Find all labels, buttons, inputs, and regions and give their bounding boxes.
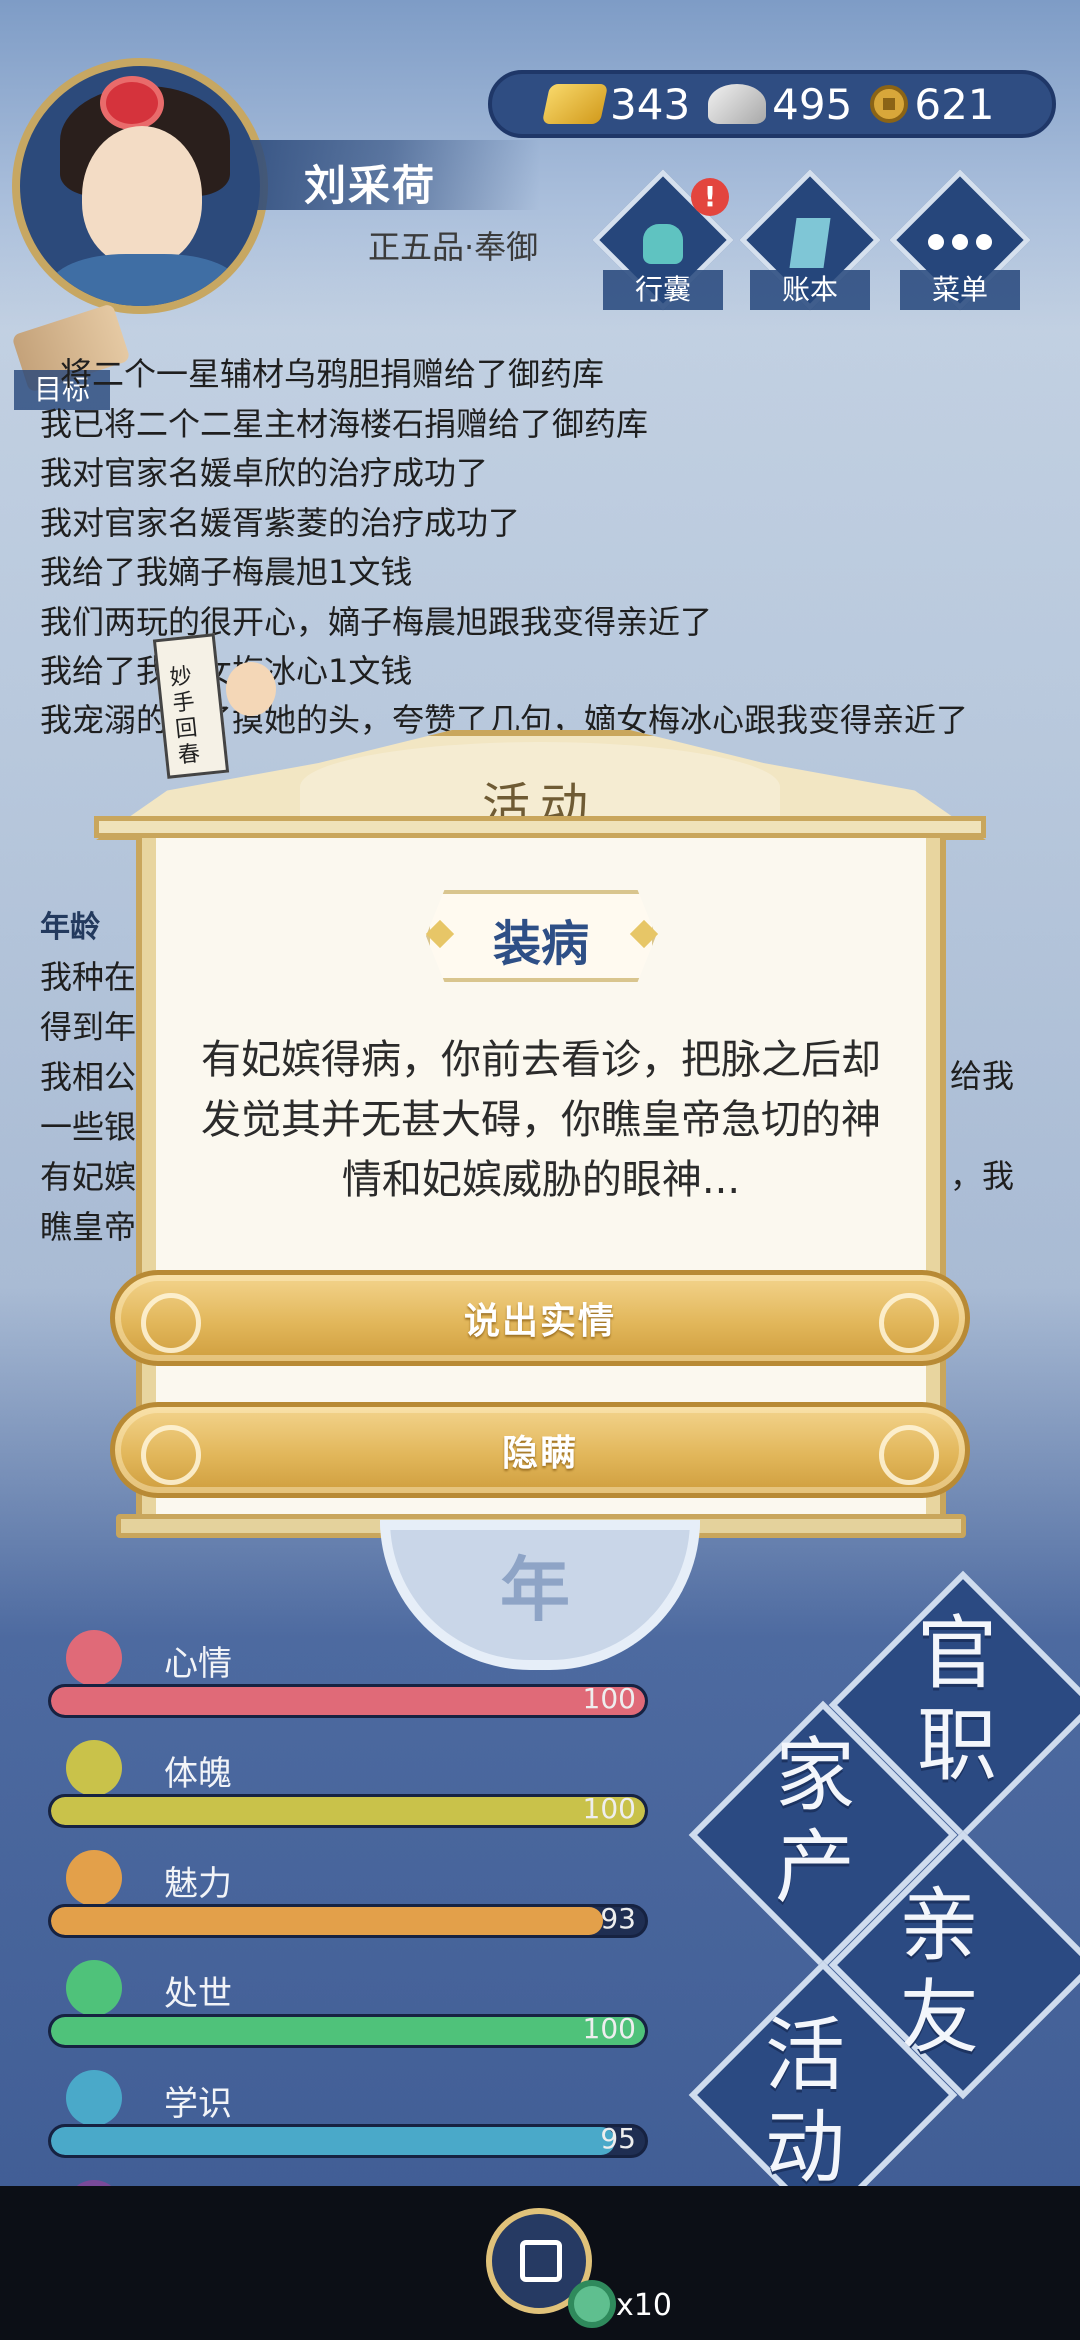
tab-activity[interactable]: 活动 — [760, 2010, 850, 2194]
avatar-robe — [50, 254, 240, 306]
cloud-ornament-icon — [879, 1293, 939, 1353]
currency-gold: 343 — [541, 79, 691, 129]
stat-bar-fill — [51, 1797, 645, 1825]
currency-bar: 343 495 621 — [488, 70, 1056, 138]
mirror-icon — [66, 1850, 122, 1906]
stat-label: 体魄 — [164, 1754, 232, 1794]
log-line: 我给了我嫡子梅晨旭1文钱 — [40, 553, 413, 591]
stat-bar-fill — [51, 2127, 616, 2155]
tab-estate-label: 家产 — [775, 1729, 855, 1914]
gold-amount: 343 — [610, 79, 691, 129]
ledger-label: 账本 — [750, 270, 870, 310]
cloud-ornament-icon — [141, 1293, 201, 1353]
stat-row: 体魄 100 — [48, 1740, 648, 1850]
cloud-ornament-icon — [141, 1425, 201, 1485]
stat-bar-fill — [51, 1687, 645, 1715]
event-description: 有妃嫔得病，你前去看诊，把脉之后却发觉其并无甚大碍，你瞧皇帝急切的神情和妃嫔威胁… — [201, 1037, 881, 1203]
player-rank: 正五品·奉御 — [368, 228, 539, 266]
gold-ingot-icon — [541, 84, 609, 124]
hair-flower-icon — [100, 76, 164, 130]
doctor-banner-figure: 妙手回春 — [152, 633, 280, 779]
stat-bar — [48, 2014, 648, 2048]
silver-amount: 495 — [772, 79, 853, 129]
tab-relatives[interactable]: 亲友 — [894, 1880, 984, 2064]
log-fragment: 给我 — [950, 1057, 1015, 1095]
choice-tell-truth-button[interactable]: 说出实情 — [110, 1270, 970, 1366]
more-dots-icon — [928, 234, 992, 250]
copper-amount: 621 — [914, 79, 995, 129]
ledger-icon — [789, 218, 831, 268]
player-avatar[interactable] — [12, 58, 268, 314]
stat-row: 心情 100 — [48, 1630, 648, 1740]
stat-bar — [48, 1794, 648, 1828]
stat-value: 100 — [582, 2012, 636, 2045]
stat-bar-fill — [51, 2017, 645, 2045]
avatar-face — [82, 126, 202, 266]
copper-coin-icon — [870, 85, 909, 123]
log-line: 我对官家名媛胥紫菱的治疗成功了 — [40, 503, 521, 542]
log-line: 我已将二个二星主材海楼石捐赠给了御药库 — [40, 404, 649, 443]
flower-icon — [66, 1630, 122, 1686]
choice-conceal-button[interactable]: 隐瞒 — [110, 1402, 970, 1498]
stat-row: 魅力 93 — [48, 1850, 648, 1960]
year-glyph: 年 — [500, 1549, 570, 1631]
bag-icon — [643, 224, 683, 264]
event-title: 装病 — [492, 916, 589, 972]
stat-bar-fill — [51, 1907, 604, 1935]
log-line: 将二个一星辅材乌鸦胆捐赠给了御药库 — [60, 355, 605, 393]
menu-label: 菜单 — [900, 270, 1020, 310]
log-fragment: ，我 — [950, 1157, 1015, 1195]
modal-beam — [94, 816, 986, 838]
stat-label: 学识 — [164, 2084, 232, 2124]
currency-silver: 495 — [708, 80, 852, 129]
stat-value: 95 — [600, 2122, 636, 2155]
scroll-icon — [66, 1960, 122, 2016]
stat-bar — [48, 1904, 648, 1938]
stat-bar — [48, 2124, 648, 2158]
stat-row: 处世 100 — [48, 1960, 648, 2070]
jade-coin-icon — [568, 2280, 616, 2328]
share-icon — [520, 2240, 562, 2282]
log-line: 我对官家名媛卓欣的治疗成功了 — [40, 454, 489, 492]
choice-label: 隐瞒 — [501, 1433, 578, 1474]
menu-button[interactable]: 菜单 — [889, 169, 1031, 311]
stat-label: 魅力 — [164, 1864, 232, 1904]
books-icon — [66, 2070, 122, 2126]
silver-ingot-icon — [708, 84, 767, 124]
multiplier-label: x10 — [616, 2288, 672, 2323]
figure-head — [226, 662, 276, 716]
stat-label: 心情 — [164, 1644, 232, 1684]
currency-copper: 621 — [870, 79, 995, 129]
stat-bar — [48, 1684, 648, 1718]
stat-row: 学识 95 — [48, 2070, 648, 2180]
stat-value: 93 — [600, 1902, 636, 1935]
stat-value: 100 — [582, 1792, 636, 1825]
choice-label: 说出实情 — [463, 1301, 616, 1342]
bag-label: 行囊 — [603, 270, 723, 310]
stat-label: 处世 — [164, 1974, 232, 2014]
stat-value: 100 — [582, 1682, 636, 1715]
cloud-ornament-icon — [879, 1425, 939, 1485]
bag-button[interactable]: ! 行囊 — [592, 169, 734, 311]
player-name: 刘采荷 — [304, 161, 437, 210]
age-header: 年龄 — [40, 910, 100, 945]
ledger-button[interactable]: 账本 — [739, 169, 881, 311]
alert-badge-icon: ! — [691, 178, 729, 216]
dumbbell-icon — [66, 1740, 122, 1796]
